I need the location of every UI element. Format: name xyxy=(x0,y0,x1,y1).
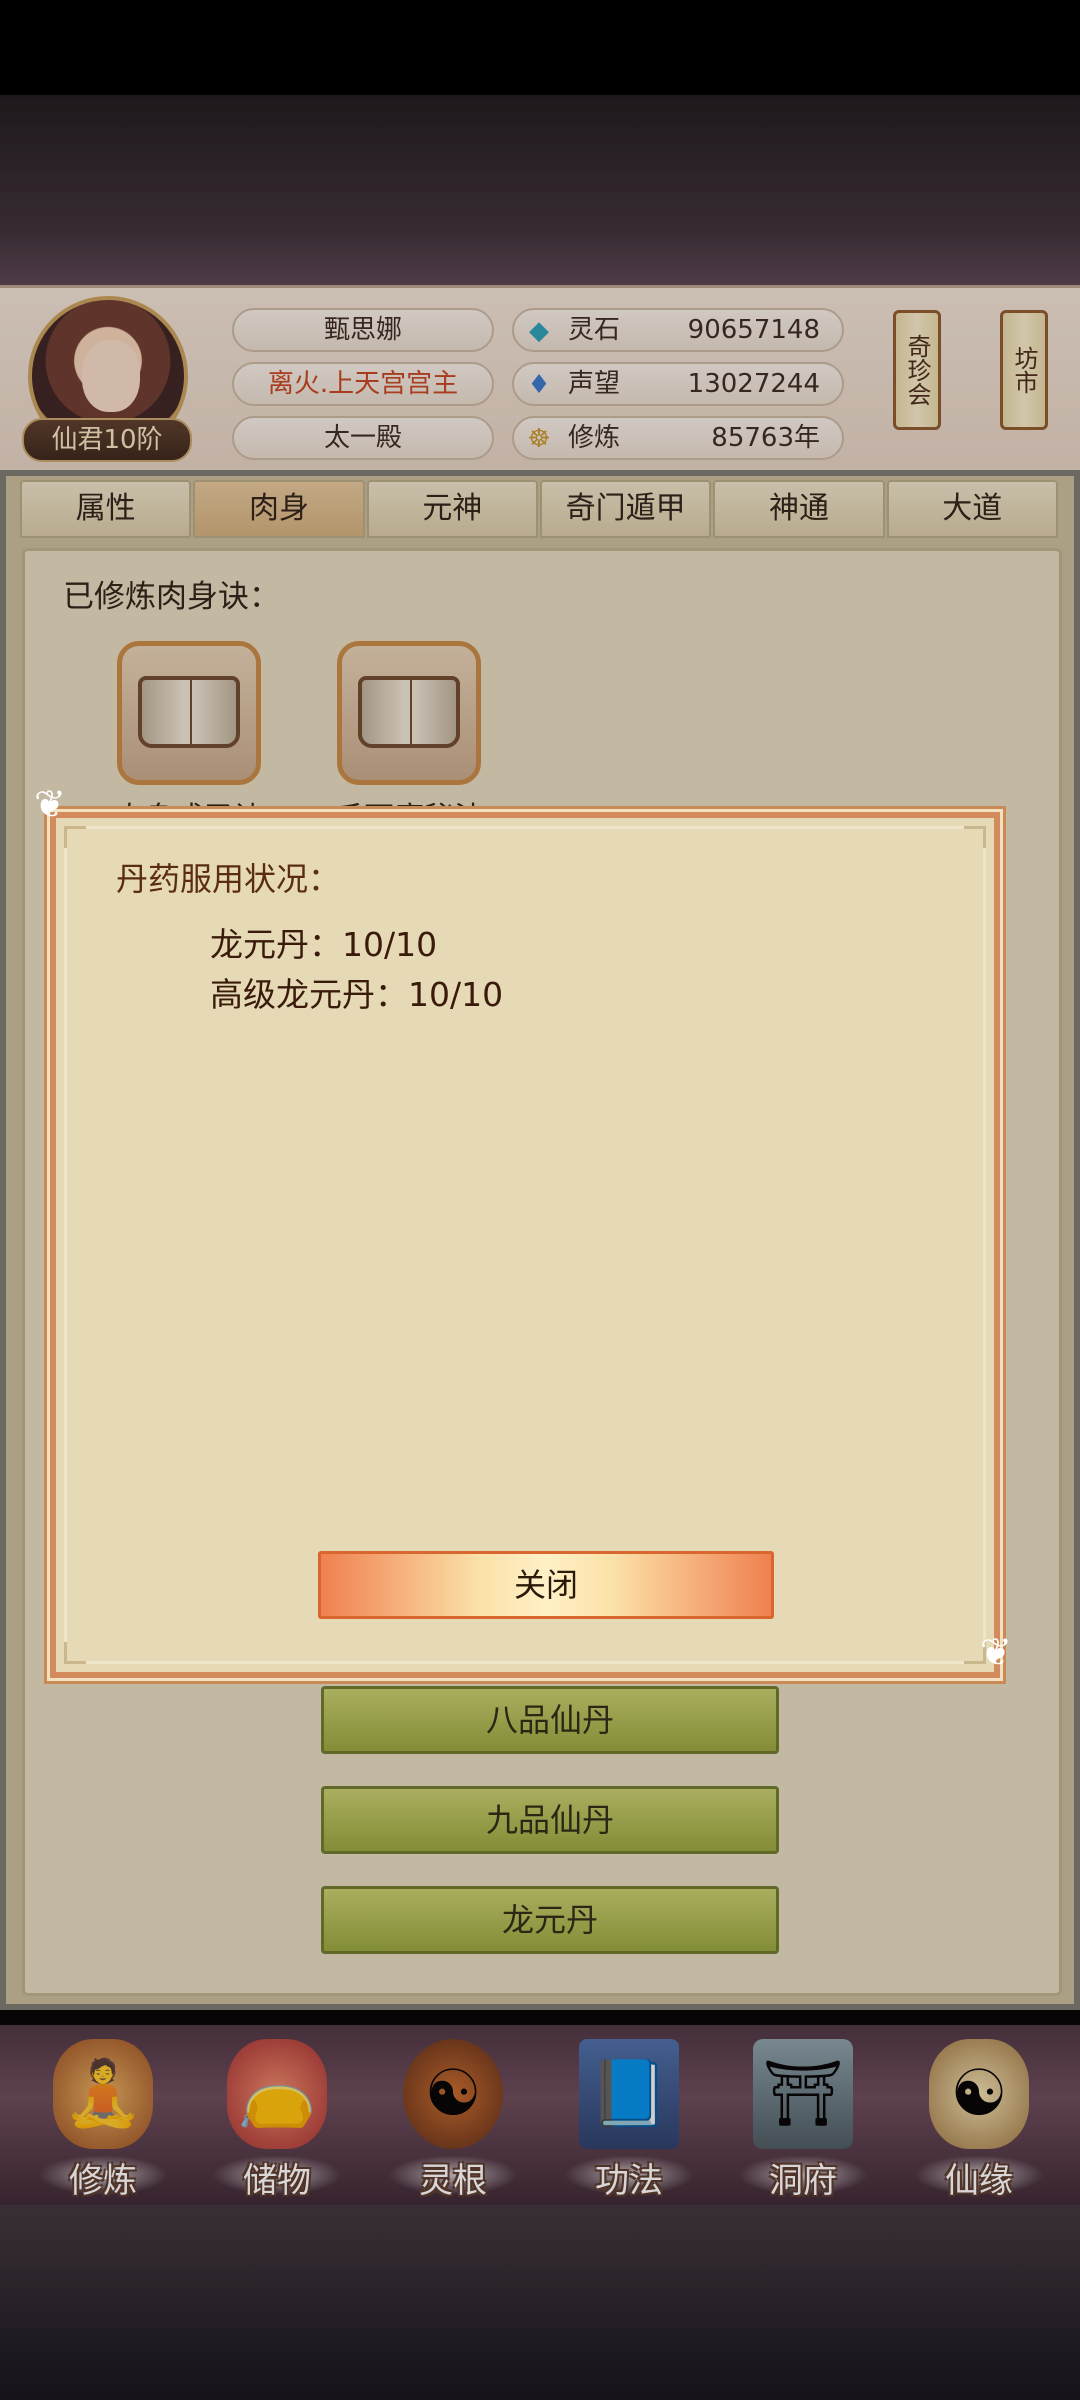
dialog-title: 丹药服用状况： xyxy=(116,860,341,898)
pill-status-line: 高级龙元丹：10/10 xyxy=(210,975,504,1014)
close-button[interactable]: 关闭 xyxy=(318,1551,774,1619)
pill-status-dialog: 丹药服用状况： 龙元丹：10/10 高级龙元丹：10/10 关闭 xyxy=(50,812,1000,1678)
dialog-corner xyxy=(964,826,986,848)
dialog-corner xyxy=(64,826,86,848)
bottom-backdrop xyxy=(0,2205,1080,2400)
butterfly-icon: ❦ xyxy=(34,782,66,826)
butterfly-icon: ❦ xyxy=(980,1630,1012,1674)
pill-status-line: 龙元丹：10/10 xyxy=(210,925,438,964)
dialog-corner xyxy=(64,1642,86,1664)
dialog-inner-border xyxy=(64,826,986,1664)
